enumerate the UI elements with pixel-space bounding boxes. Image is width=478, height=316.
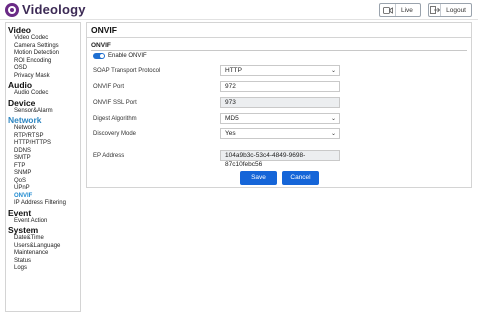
logout-icon [429, 4, 442, 16]
enable-onvif-label: Enable ONVIF [108, 53, 147, 59]
sidebar-section-device[interactable]: Device [6, 98, 80, 108]
sidebar-item-status[interactable]: Status [6, 258, 80, 266]
sidebar-section-system[interactable]: System [6, 225, 80, 235]
onvif-ssl-port-label: ONVIF SSL Port [93, 100, 137, 106]
sidebar-item-users-language[interactable]: Users&Language [6, 243, 80, 251]
discovery-mode-select[interactable]: Yes ⌄ [220, 128, 340, 139]
soap-transport-label: SOAP Transport Protocol [93, 68, 161, 74]
sidebar-item-onvif[interactable]: ONVIF [6, 193, 80, 201]
sidebar-item-camera-settings[interactable]: Camera Settings [6, 43, 80, 51]
onvif-port-label: ONVIF Port [93, 84, 125, 90]
sidebar-item-audio-codec[interactable]: Audio Codec [6, 90, 80, 98]
sidebar-item-motion-detection[interactable]: Motion Detection [6, 50, 80, 58]
onvif-settings-panel: ONVIF ONVIF Enable ONVIF SOAP Transport … [86, 22, 472, 188]
subtitle-divider [91, 50, 467, 51]
sidebar-item-logs[interactable]: Logs [6, 265, 80, 273]
sidebar-item-ip-address-filtering[interactable]: IP Address Filtering [6, 200, 80, 208]
brand-name: Videology [22, 2, 86, 17]
sidebar-item-privacy-mask[interactable]: Privacy Mask [6, 73, 80, 81]
sidebar-item-osd[interactable]: OSD [6, 65, 80, 73]
digest-algorithm-select[interactable]: MD5 ⌄ [220, 113, 340, 124]
live-label: Live [401, 6, 413, 14]
live-button[interactable]: Live [379, 3, 421, 17]
top-header: Videology Live Logout [0, 0, 478, 20]
sidebar-item-video-codec[interactable]: Video Codec [6, 35, 80, 43]
soap-transport-select[interactable]: HTTP ⌄ [220, 65, 340, 76]
onvif-ssl-port-input[interactable]: 973 [220, 97, 340, 108]
section-subtitle: ONVIF [91, 42, 111, 49]
brand-logo: Videology [5, 2, 86, 17]
ep-address-value: 104a9b3c-53c4-4849-9698-87c10febc56 [225, 152, 306, 168]
video-camera-icon [380, 4, 396, 16]
sidebar-item-ftp[interactable]: FTP [6, 163, 80, 171]
chevron-down-icon: ⌄ [330, 131, 336, 137]
page-title: ONVIF [91, 25, 117, 35]
save-button[interactable]: Save [240, 171, 277, 185]
sidebar-section-audio[interactable]: Audio [6, 80, 80, 90]
sidebar-nav: Video Video Codec Camera Settings Motion… [5, 22, 81, 312]
sidebar-item-http-https[interactable]: HTTP/HTTPS [6, 140, 80, 148]
onvif-port-input[interactable]: 972 [220, 81, 340, 92]
sidebar-section-video[interactable]: Video [6, 25, 80, 35]
sidebar-item-smtp[interactable]: SMTP [6, 155, 80, 163]
sidebar-item-roi-encoding[interactable]: ROI Encoding [6, 58, 80, 66]
logout-label: Logout [446, 6, 466, 14]
enable-onvif-toggle[interactable] [93, 53, 105, 59]
onvif-ssl-port-value: 973 [225, 99, 236, 106]
digest-algorithm-value: MD5 [225, 115, 239, 122]
sidebar-item-upnp[interactable]: UPnP [6, 185, 80, 193]
videology-logo-icon [5, 2, 19, 17]
title-divider [87, 37, 471, 38]
soap-transport-value: HTTP [225, 67, 242, 74]
sidebar-item-rtp-rtsp[interactable]: RTP/RTSP [6, 133, 80, 141]
sidebar-item-qos[interactable]: QoS [6, 178, 80, 186]
sidebar-item-maintenance[interactable]: Maintenance [6, 250, 80, 258]
cancel-button[interactable]: Cancel [282, 171, 319, 185]
chevron-down-icon: ⌄ [330, 68, 336, 74]
onvif-port-value: 972 [225, 83, 236, 90]
ep-address-label: EP Address [93, 153, 125, 159]
logout-button[interactable]: Logout [428, 3, 472, 17]
sidebar-item-ddns[interactable]: DDNS [6, 148, 80, 156]
sidebar-item-snmp[interactable]: SNMP [6, 170, 80, 178]
ep-address-input[interactable]: 104a9b3c-53c4-4849-9698-87c10febc56 [220, 150, 340, 168]
sidebar-item-network[interactable]: Network [6, 125, 80, 133]
chevron-down-icon: ⌄ [330, 116, 336, 122]
sidebar-item-event-action[interactable]: Event Action [6, 218, 80, 226]
discovery-mode-label: Discovery Mode [93, 131, 137, 137]
sidebar-item-sensor-alarm[interactable]: Sensor&Alarm [6, 108, 80, 116]
digest-algorithm-label: Digest Algorithm [93, 116, 137, 122]
sidebar-item-date-time[interactable]: Date&Time [6, 235, 80, 243]
discovery-mode-value: Yes [225, 130, 236, 137]
sidebar-section-event[interactable]: Event [6, 208, 80, 218]
sidebar-section-network[interactable]: Network [6, 115, 80, 125]
